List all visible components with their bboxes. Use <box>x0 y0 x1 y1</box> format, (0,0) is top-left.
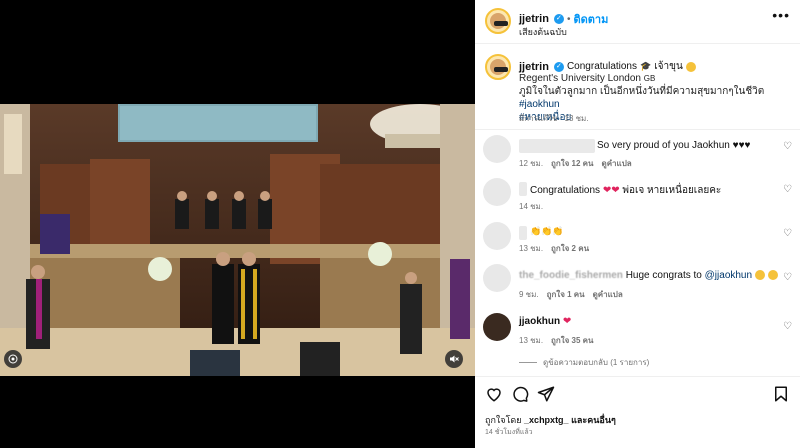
comment-text: 👏👏👏 <box>530 226 564 236</box>
comment-time: 13 ชม. <box>519 244 544 253</box>
original-audio-link[interactable]: เสียงต้นฉบับ <box>519 25 567 39</box>
playback-icon <box>8 354 18 364</box>
separator-dot: • <box>566 13 571 25</box>
commenter-avatar[interactable] <box>483 178 511 206</box>
post-caption: jjetrin ✓ Congratulations 🎓 เจ้าขุน Rege… <box>475 45 800 130</box>
caption-avatar[interactable] <box>485 54 511 80</box>
red-heart-emoji-icon: ❤ <box>562 316 572 327</box>
comment-meta: 14 ชม. <box>519 200 543 213</box>
comment-bubble-icon[interactable] <box>511 385 529 403</box>
like-comment-heart-icon[interactable]: ♡ <box>783 141 792 152</box>
comment-likes[interactable]: ถูกใจ 1 คน <box>547 288 585 301</box>
comment-time: 13 ชม. <box>519 336 544 345</box>
post-header: jjetrin ✓ • ติดตาม เสียงต้นฉบับ ••• <box>475 0 800 44</box>
speaker-muted-icon <box>450 355 459 363</box>
comment-meta: 9 ชม. ถูกใจ 1 คน ดูคำแปล <box>519 288 623 301</box>
see-translation-link[interactable]: ดูคำแปล <box>602 157 632 170</box>
comment-text: So very proud of you Jaokhun ♥♥♥ <box>597 140 751 151</box>
graduation-video[interactable] <box>0 104 475 376</box>
comment-likes[interactable]: ถูกใจ 35 คน <box>551 334 593 347</box>
reply-divider-line <box>519 362 537 363</box>
caption-username[interactable]: jjetrin <box>519 61 549 73</box>
caption-suffix: เจ้าขุน <box>654 61 683 72</box>
smiling-face-emoji-icon <box>767 270 778 281</box>
commenter-username-blurred <box>519 226 527 240</box>
comment-meta: 12 ชม. ถูกใจ 12 คน ดูคำแปล <box>519 157 632 170</box>
commenter-avatar[interactable] <box>483 135 511 163</box>
more-horizontal-icon[interactable]: ••• <box>772 8 790 22</box>
red-heart-emoji-icon: ❤❤ <box>602 185 620 196</box>
liked-by-others[interactable]: และคนอื่นๆ <box>571 415 616 425</box>
liked-by-text: ถูกใจโดย _xchpxtg_ และคนอื่นๆ <box>485 413 616 427</box>
comment-time: 14 ชม. <box>519 202 544 211</box>
commenter-avatar[interactable] <box>483 264 511 292</box>
post-panel: jjetrin ✓ • ติดตาม เสียงต้นฉบับ ••• jjet… <box>475 0 800 448</box>
save-bookmark-icon[interactable] <box>772 385 790 403</box>
verified-badge-icon: ✓ <box>553 61 564 72</box>
verified-badge-icon: ✓ <box>553 14 564 24</box>
commenter-username-blurred <box>519 182 527 196</box>
post-footer: ถูกใจโดย _xchpxtg_ และคนอื่นๆ 14 ชั่วโมง… <box>475 376 800 448</box>
author-username[interactable]: jjetrin <box>519 13 549 25</box>
caption-body-text: ภูมิใจในตัวลูกมาก เป็นอีกหนึ่งวันที่มีคว… <box>519 86 765 97</box>
comment-item: jjaokhun ❤ 13 ชม. ถูกใจ 35 คน ♡ <box>475 309 800 351</box>
follow-button[interactable]: ติดตาม <box>573 10 608 28</box>
like-comment-heart-icon[interactable]: ♡ <box>783 228 792 239</box>
caption-first-line: jjetrin ✓ Congratulations 🎓 เจ้าขุน <box>519 59 696 74</box>
comment-likes[interactable]: ถูกใจ 12 คน <box>551 157 593 170</box>
location-name[interactable]: Regent's University London <box>519 73 641 84</box>
comment-item: 👏👏👏 13 ชม. ถูกใจ 2 คน ♡ <box>475 218 800 256</box>
comment-text-main: Huge congrats to <box>625 270 702 281</box>
author-avatar[interactable] <box>485 8 511 34</box>
like-heart-icon[interactable] <box>485 385 503 403</box>
comment-item: Congratulations ❤❤ พ่อเจ หายเหนื่อยเลยคะ… <box>475 174 800 214</box>
comment-text-main: Congratulations <box>530 185 601 196</box>
comment-meta: 13 ชม. ถูกใจ 35 คน <box>519 334 594 347</box>
commenter-avatar[interactable] <box>483 222 511 250</box>
mention-jjaokhun[interactable]: @jjaokhun <box>705 270 752 281</box>
media-pane <box>0 0 475 448</box>
graduation-cap-emoji-icon: 🎓 <box>640 61 652 71</box>
comment-time: 9 ชม. <box>519 290 539 299</box>
mute-button[interactable] <box>445 350 463 368</box>
comment-text: the_foodie_fishermen Huge congrats to @j… <box>519 270 778 281</box>
view-replies-button[interactable]: ดูข้อความตอบกลับ (1 รายการ) <box>519 356 649 369</box>
commenter-username[interactable]: the_foodie_fishermen <box>519 270 623 281</box>
location-tag: GB <box>643 74 656 83</box>
post-timestamp: 14 ชั่วโมงที่แล้ว <box>485 429 533 436</box>
comment-likes[interactable]: ถูกใจ 2 คน <box>551 242 589 255</box>
play-pause-button[interactable] <box>4 350 22 368</box>
comment-item: the_foodie_fishermen Huge congrats to @j… <box>475 260 800 302</box>
caption-location: Regent's University London GB <box>519 73 655 84</box>
caption-edited-time: มีการแก้ไข · 13 ชม. <box>519 114 589 123</box>
video-frame <box>0 104 475 376</box>
smiling-face-emoji-icon <box>685 61 696 72</box>
smiling-face-emoji-icon <box>754 270 765 281</box>
like-comment-heart-icon[interactable]: ♡ <box>783 321 792 332</box>
caption-text: Congratulations <box>566 61 637 72</box>
share-send-icon[interactable] <box>537 385 555 403</box>
view-replies-label: ดูข้อความตอบกลับ (1 รายการ) <box>543 358 650 367</box>
comment-text-thai: พ่อเจ หายเหนื่อยเลยคะ <box>622 185 722 196</box>
commenter-username[interactable]: jjaokhun <box>519 316 560 327</box>
comment-meta: 13 ชม. ถูกใจ 2 คน <box>519 242 589 255</box>
comment-time: 12 ชม. <box>519 159 544 168</box>
see-translation-link[interactable]: ดูคำแปล <box>593 288 623 301</box>
commenter-username-blurred <box>519 139 595 153</box>
comment-text: Congratulations ❤❤ พ่อเจ หายเหนื่อยเลยคะ <box>530 183 721 198</box>
liked-by-prefix: ถูกใจโดย <box>485 415 522 425</box>
comment-item: So very proud of you Jaokhun ♥♥♥ 12 ชม. … <box>475 131 800 171</box>
like-comment-heart-icon[interactable]: ♡ <box>783 272 792 283</box>
hashtag-jaokhun[interactable]: #jaokhun <box>519 99 560 110</box>
comment-text: jjaokhun ❤ <box>519 316 571 327</box>
commenter-avatar[interactable] <box>483 313 511 341</box>
like-comment-heart-icon[interactable]: ♡ <box>783 184 792 195</box>
liked-by-user[interactable]: _xchpxtg_ <box>524 415 569 425</box>
